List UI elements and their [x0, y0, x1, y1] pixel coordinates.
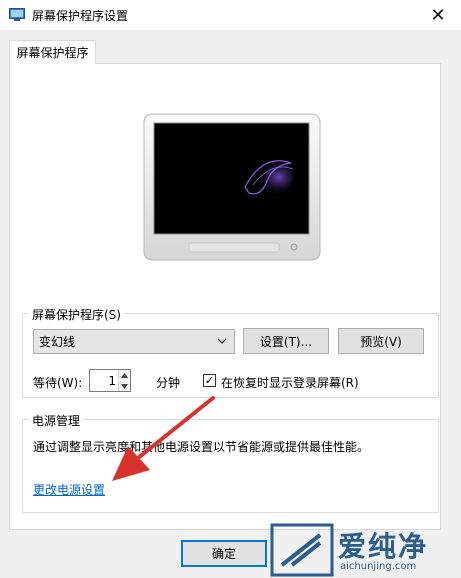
wait-minutes-value: 1 — [108, 373, 116, 388]
wait-minutes-stepper[interactable]: 1 — [89, 369, 131, 392]
spin-down-button[interactable] — [118, 381, 130, 391]
tab-label: 屏幕保护程序 — [16, 46, 89, 60]
preview-button[interactable]: 预览(V) — [338, 328, 424, 354]
power-description: 通过调整显示亮度和其他电源设置以节省能源或提供最佳性能。 — [33, 440, 370, 454]
spin-up-button[interactable] — [118, 370, 130, 380]
triangle-up-icon — [121, 372, 128, 378]
change-power-settings-link[interactable]: 更改电源设置 — [33, 481, 105, 498]
watermark-url: aichunjing.com — [340, 561, 417, 572]
check-icon: ✓ — [204, 374, 215, 387]
screensaver-selected-value: 变幻线 — [39, 335, 76, 349]
display-settings-icon — [9, 8, 25, 21]
ok-button-label: 确定 — [211, 547, 236, 561]
watermark-brand: 爱纯净 — [338, 530, 429, 563]
settings-button-label: 设置(T)... — [259, 334, 313, 349]
power-management-group: 电源管理 — [22, 412, 439, 513]
ok-button[interactable]: 确定 — [181, 540, 267, 567]
screensaver-group-label: 屏幕保护程序(S) — [29, 306, 124, 323]
close-button[interactable]: ✕ — [415, 0, 461, 30]
wait-unit-label: 分钟 — [156, 376, 181, 390]
triangle-down-icon — [121, 383, 128, 389]
resume-logon-checkbox[interactable]: ✓ — [203, 374, 216, 387]
settings-button[interactable]: 设置(T)... — [243, 328, 329, 354]
preview-button-label: 预览(V) — [360, 334, 402, 349]
power-group-label: 电源管理 — [29, 412, 84, 429]
wait-label: 等待(W): — [33, 376, 83, 390]
title-bar: 屏幕保护程序设置 ✕ — [0, 0, 461, 30]
resume-logon-label: 在恢复时显示登录屏幕(R) — [221, 376, 359, 390]
monitor-preview — [143, 113, 321, 261]
close-icon: ✕ — [430, 4, 446, 26]
tab-screensaver[interactable]: 屏幕保护程序 — [9, 40, 96, 64]
chevron-down-icon — [217, 338, 227, 344]
window-title: 屏幕保护程序设置 — [32, 9, 129, 23]
screensaver-select[interactable]: 变幻线 — [33, 329, 235, 354]
